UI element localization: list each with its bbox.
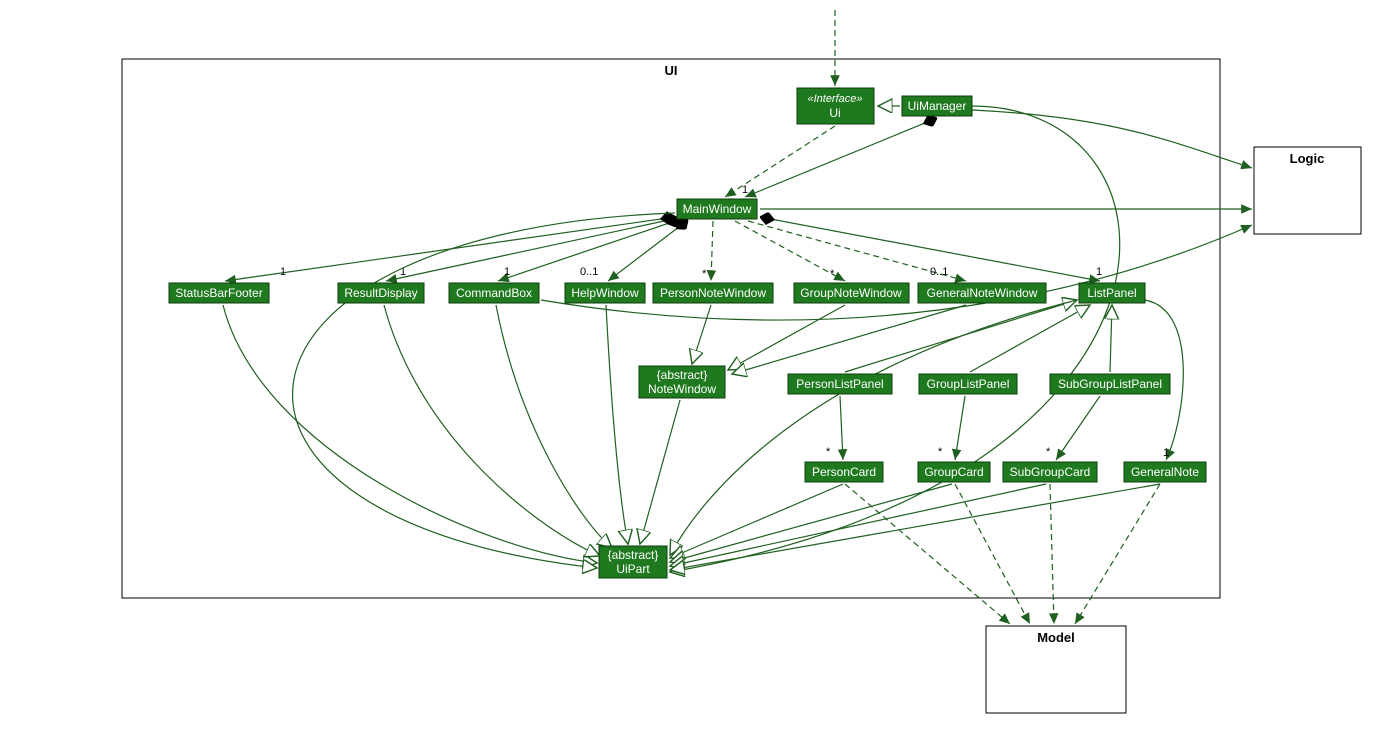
class-groupcard-name: GroupCard bbox=[924, 465, 983, 479]
package-ui: UI bbox=[122, 59, 1220, 598]
mult-listpanel: 1 bbox=[1096, 266, 1102, 278]
package-logic: Logic bbox=[1254, 147, 1361, 234]
class-listpanel-name: ListPanel bbox=[1087, 286, 1136, 300]
class-groupcard: GroupCard bbox=[918, 462, 990, 482]
class-grouplistpanel-name: GroupListPanel bbox=[927, 377, 1010, 391]
mult-mainwindow: 1 bbox=[742, 184, 748, 196]
class-personcard-name: PersonCard bbox=[812, 465, 876, 479]
class-resultdisplay-name: ResultDisplay bbox=[344, 286, 417, 300]
class-statusbarfooter: StatusBarFooter bbox=[169, 283, 269, 303]
class-uipart-stereo: {abstract} bbox=[608, 548, 659, 562]
package-model: Model bbox=[986, 626, 1126, 713]
class-generalnote-name: GeneralNote bbox=[1131, 465, 1199, 479]
class-groupnotewindow-name: GroupNoteWindow bbox=[800, 286, 902, 300]
class-notewindow: {abstract} NoteWindow bbox=[639, 366, 725, 398]
mult-statusbar: 1 bbox=[280, 266, 286, 278]
mult-personnotewindow: * bbox=[702, 268, 707, 280]
class-generalnotewindow-name: GeneralNoteWindow bbox=[927, 286, 1038, 300]
mult-generalnote: 1 bbox=[1163, 447, 1169, 459]
class-uipart-name: UiPart bbox=[616, 562, 650, 576]
class-grouplistpanel: GroupListPanel bbox=[919, 374, 1017, 394]
mult-commandbox: 1 bbox=[504, 266, 510, 278]
mult-subgroupcard: * bbox=[1046, 446, 1051, 458]
class-ui-interface: «Interface» Ui bbox=[797, 88, 874, 124]
class-helpwindow-name: HelpWindow bbox=[571, 286, 639, 300]
class-generalnote: GeneralNote bbox=[1124, 462, 1206, 482]
package-title-logic: Logic bbox=[1290, 151, 1325, 166]
class-personnotewindow: PersonNoteWindow bbox=[653, 283, 773, 303]
package-title-model: Model bbox=[1037, 630, 1075, 645]
class-subgroupcard: SubGroupCard bbox=[1003, 462, 1097, 482]
mult-groupnotewindow: * bbox=[830, 268, 835, 280]
class-ui-interface-stereo: «Interface» bbox=[807, 93, 862, 105]
class-statusbarfooter-name: StatusBarFooter bbox=[175, 286, 262, 300]
class-subgrouplistpanel: SubGroupListPanel bbox=[1050, 374, 1170, 394]
class-helpwindow: HelpWindow bbox=[565, 283, 645, 303]
class-personlistpanel: PersonListPanel bbox=[788, 374, 892, 394]
mult-groupcard: * bbox=[938, 446, 943, 458]
class-ui-interface-name: Ui bbox=[829, 106, 840, 120]
class-uimanager-name: UiManager bbox=[908, 99, 967, 113]
class-uimanager: UiManager bbox=[902, 96, 972, 116]
class-personlistpanel-name: PersonListPanel bbox=[796, 377, 883, 391]
class-groupnotewindow: GroupNoteWindow bbox=[794, 283, 909, 303]
package-title-ui: UI bbox=[665, 63, 678, 78]
mult-helpwindow: 0..1 bbox=[580, 266, 598, 278]
class-uipart: {abstract} UiPart bbox=[599, 546, 667, 578]
class-notewindow-stereo: {abstract} bbox=[657, 368, 708, 382]
class-subgroupcard-name: SubGroupCard bbox=[1010, 465, 1091, 479]
class-resultdisplay: ResultDisplay bbox=[338, 283, 424, 303]
mult-generalnotewindow: 0..1 bbox=[930, 266, 948, 278]
mult-personcard: * bbox=[826, 446, 831, 458]
class-subgrouplistpanel-name: SubGroupListPanel bbox=[1058, 377, 1162, 391]
class-generalnotewindow: GeneralNoteWindow bbox=[918, 283, 1046, 303]
class-mainwindow-name: MainWindow bbox=[683, 202, 752, 216]
class-notewindow-name: NoteWindow bbox=[648, 382, 716, 396]
class-personcard: PersonCard bbox=[805, 462, 883, 482]
class-commandbox: CommandBox bbox=[449, 283, 539, 303]
class-mainwindow: MainWindow bbox=[677, 199, 757, 219]
class-listpanel: ListPanel bbox=[1079, 283, 1145, 303]
class-personnotewindow-name: PersonNoteWindow bbox=[660, 286, 766, 300]
class-commandbox-name: CommandBox bbox=[456, 286, 532, 300]
